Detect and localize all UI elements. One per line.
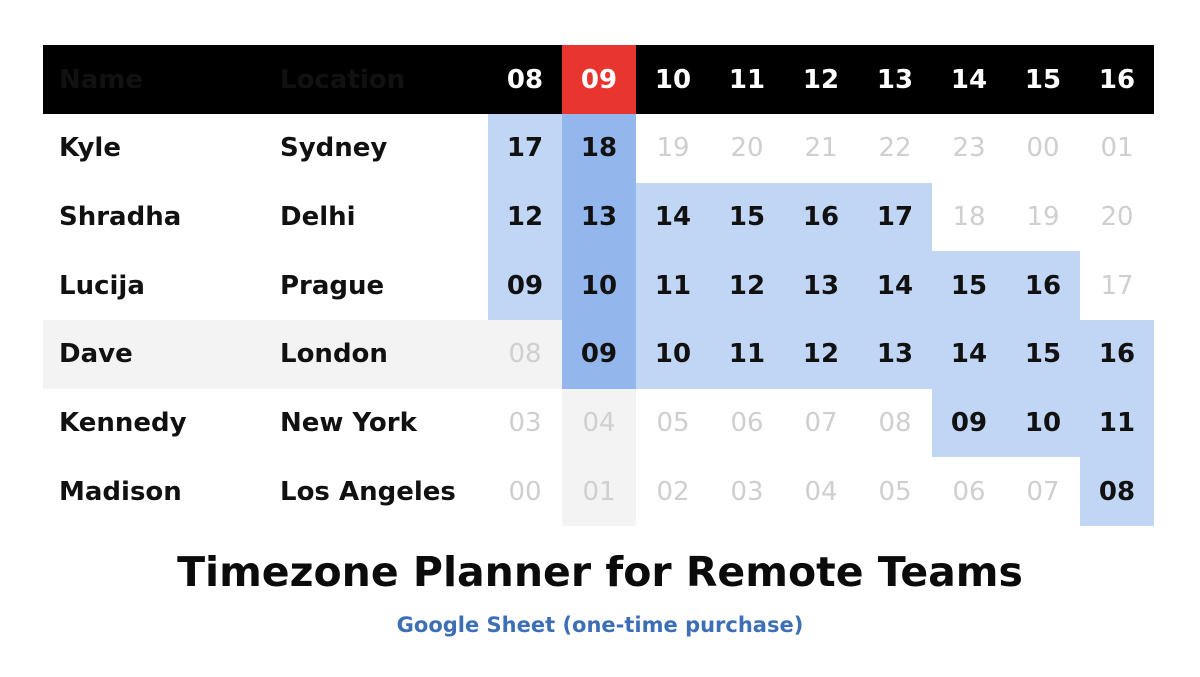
hour-cell: 07 xyxy=(1026,476,1060,507)
hour-cell: 18 xyxy=(562,114,636,183)
row-name: Dave xyxy=(43,320,264,389)
hour-cell: 05 xyxy=(656,408,690,438)
hour-cell: 16 xyxy=(784,182,858,252)
hour-cell: 07 xyxy=(804,408,838,438)
hour-cell: 10 xyxy=(1006,388,1080,458)
hour-cell: 17 xyxy=(858,182,932,252)
hour-cell: 17 xyxy=(1100,270,1134,301)
hour-cell: 14 xyxy=(858,251,932,320)
header-hour: 16 xyxy=(1098,64,1136,95)
page-subtitle: Google Sheet (one-time purchase) xyxy=(396,613,804,637)
hour-cell: 01 xyxy=(562,457,636,526)
hour-cell: 19 xyxy=(1026,201,1060,232)
header-location: Location xyxy=(280,64,406,95)
hour-cell: 09 xyxy=(488,251,562,320)
header-hour: 12 xyxy=(802,64,840,95)
hour-cell: 14 xyxy=(932,320,1006,389)
header-hour: 08 xyxy=(506,64,544,95)
hour-cell: 06 xyxy=(730,408,764,438)
hour-cell: 18 xyxy=(952,201,986,232)
row-location: Los Angeles xyxy=(280,476,456,507)
hour-cell: 17 xyxy=(488,114,562,183)
hour-cell: 16 xyxy=(1006,251,1080,320)
hour-cell: 12 xyxy=(488,182,562,252)
hour-cell: 11 xyxy=(636,251,710,320)
hour-cell: 06 xyxy=(952,476,986,507)
hour-cell: 00 xyxy=(1026,133,1060,164)
row-name: Shradha xyxy=(59,201,182,232)
row-location: London xyxy=(264,320,488,389)
hour-cell: 02 xyxy=(656,476,690,507)
hour-cell: 13 xyxy=(562,182,636,252)
hour-cell: 08 xyxy=(488,320,562,389)
hour-cell: 08 xyxy=(878,408,912,438)
hour-cell: 10 xyxy=(636,320,710,389)
hour-cell: 11 xyxy=(1080,388,1154,458)
row-name: Kennedy xyxy=(59,408,187,438)
header-hour: 11 xyxy=(728,64,766,95)
header-hour: 14 xyxy=(950,64,988,95)
hour-cell: 23 xyxy=(952,133,986,164)
hour-cell: 20 xyxy=(1100,201,1134,232)
row-location: Sydney xyxy=(280,133,388,164)
hour-cell: 08 xyxy=(1080,457,1154,526)
hour-cell: 12 xyxy=(784,320,858,389)
hour-cell: 10 xyxy=(562,251,636,320)
hour-cell: 03 xyxy=(730,476,764,507)
hour-cell: 13 xyxy=(784,251,858,320)
hour-cell: 15 xyxy=(710,182,784,252)
hour-cell: 00 xyxy=(508,476,542,507)
row-location: Delhi xyxy=(280,201,356,232)
hour-cell: 15 xyxy=(1006,320,1080,389)
page-title: Timezone Planner for Remote Teams xyxy=(177,548,1023,596)
hour-cell: 22 xyxy=(878,133,912,164)
header-hour: 09 xyxy=(562,45,636,114)
hour-cell: 15 xyxy=(932,251,1006,320)
hour-cell: 09 xyxy=(562,320,636,389)
header-hour: 15 xyxy=(1024,64,1062,95)
hour-cell: 04 xyxy=(562,388,636,458)
row-name: Lucija xyxy=(59,270,145,301)
hour-cell: 20 xyxy=(730,133,764,164)
row-location: Prague xyxy=(280,270,385,301)
timezone-table: Name Location 08 09 10 11 12 13 14 15 16 Kyle Sydney… xyxy=(43,45,1154,526)
hour-cell: 14 xyxy=(636,182,710,252)
row-location: New York xyxy=(280,408,417,438)
hour-cell: 21 xyxy=(804,133,838,164)
hour-cell: 04 xyxy=(804,476,838,507)
hour-cell: 09 xyxy=(932,388,1006,458)
hour-cell: 13 xyxy=(858,320,932,389)
header-hour: 10 xyxy=(654,64,692,95)
hour-cell: 05 xyxy=(878,476,912,507)
hour-cell: 16 xyxy=(1080,320,1154,389)
hour-cell: 19 xyxy=(656,133,690,164)
hour-cell: 01 xyxy=(1100,133,1134,164)
row-name: Kyle xyxy=(59,133,121,164)
hour-cell: 12 xyxy=(710,251,784,320)
row-name: Madison xyxy=(59,476,182,507)
hour-cell: 03 xyxy=(508,408,542,438)
hour-cell: 11 xyxy=(710,320,784,389)
header-name: Name xyxy=(59,64,144,95)
header-hour: 13 xyxy=(876,64,914,95)
